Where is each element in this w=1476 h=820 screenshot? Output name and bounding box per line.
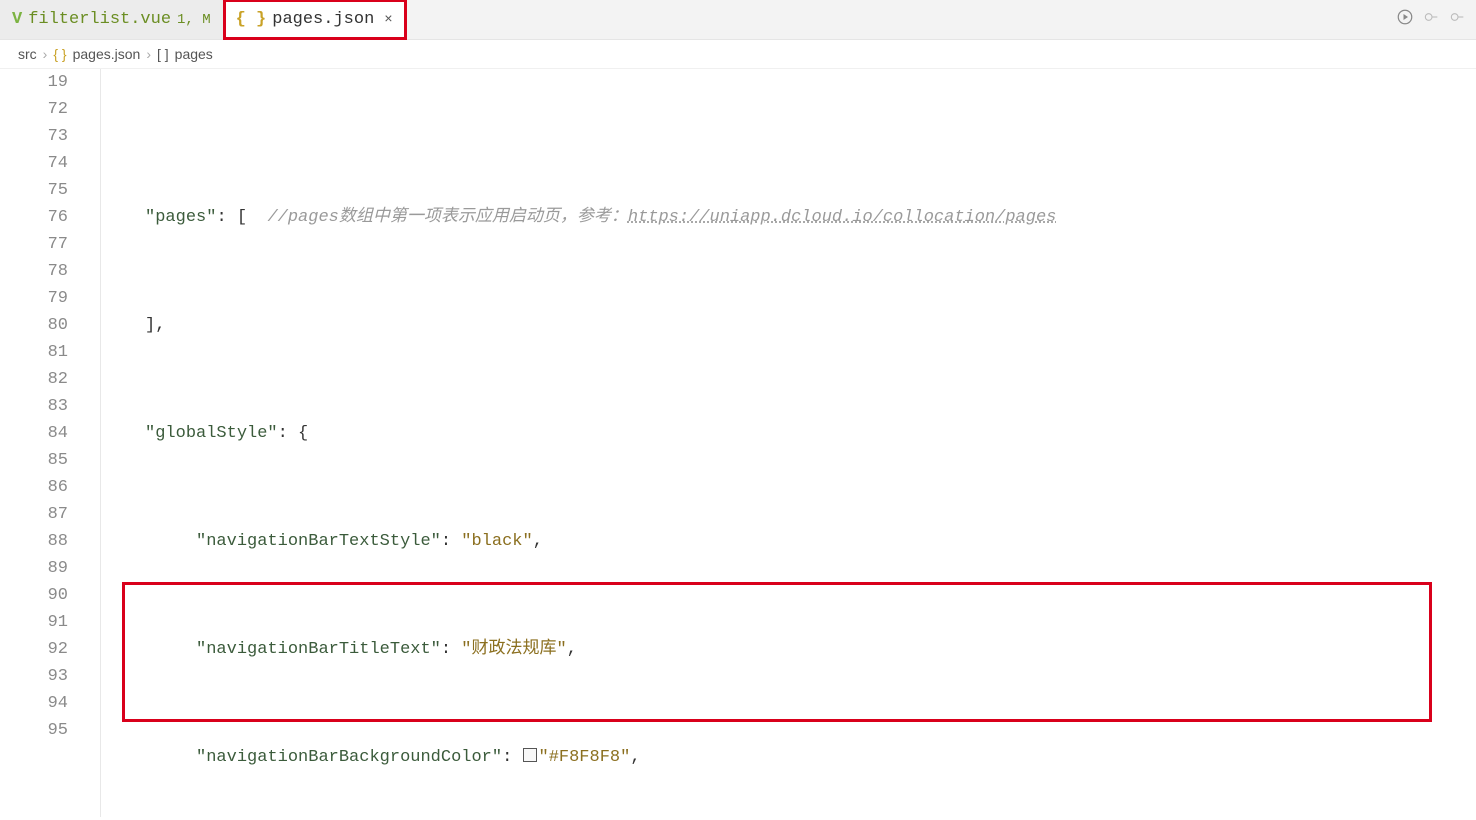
line-number: 91 <box>0 609 68 636</box>
line-number: 87 <box>0 501 68 528</box>
breadcrumb: src › { } pages.json › [ ] pages <box>0 40 1476 69</box>
line-number: 74 <box>0 150 68 177</box>
line-number: 90 <box>0 582 68 609</box>
run-icon[interactable] <box>1396 8 1414 32</box>
color-swatch <box>523 748 537 762</box>
tab-status: 1, M <box>177 12 211 28</box>
close-icon[interactable]: × <box>384 12 392 28</box>
line-number: 82 <box>0 366 68 393</box>
line-number: 94 <box>0 690 68 717</box>
tab-label: pages.json <box>272 10 374 29</box>
editor[interactable]: 19 72 73 74 75 76 77 78 79 80 81 82 83 8… <box>0 69 1476 817</box>
chevron-right-icon: › <box>146 46 151 62</box>
tab-label: filterlist.vue <box>28 10 171 29</box>
line-number: 83 <box>0 393 68 420</box>
line-number: 19 <box>0 69 68 96</box>
line-number: 89 <box>0 555 68 582</box>
breadcrumb-file[interactable]: pages.json <box>73 46 141 62</box>
breadcrumb-src[interactable]: src <box>18 46 37 62</box>
line-number: 86 <box>0 474 68 501</box>
line-number: 80 <box>0 312 68 339</box>
tab-pages-json[interactable]: { } pages.json × <box>224 0 406 39</box>
chevron-right-icon: › <box>43 46 48 62</box>
json-icon: { } <box>236 10 267 29</box>
line-number: 77 <box>0 231 68 258</box>
line-number: 93 <box>0 663 68 690</box>
line-number: 75 <box>0 177 68 204</box>
vue-icon: V <box>12 10 22 29</box>
line-number: 88 <box>0 528 68 555</box>
line-number: 81 <box>0 339 68 366</box>
circle-icon-2[interactable] <box>1450 9 1466 31</box>
array-icon: [ ] <box>157 46 169 62</box>
code-area[interactable]: "pages": [ //pages数组中第一项表示应用启动页，参考：https… <box>90 69 1476 817</box>
tab-bar: V filterlist.vue 1, M { } pages.json × <box>0 0 1476 40</box>
tab-filterlist[interactable]: V filterlist.vue 1, M <box>0 0 224 39</box>
line-number: 92 <box>0 636 68 663</box>
line-number: 73 <box>0 123 68 150</box>
line-number: 84 <box>0 420 68 447</box>
line-number: 76 <box>0 204 68 231</box>
line-number: 79 <box>0 285 68 312</box>
line-number: 85 <box>0 447 68 474</box>
tab-actions <box>1396 0 1476 39</box>
json-icon: { } <box>53 46 66 62</box>
line-number: 72 <box>0 96 68 123</box>
line-number: 95 <box>0 717 68 744</box>
circle-icon[interactable] <box>1424 9 1440 31</box>
line-gutter: 19 72 73 74 75 76 77 78 79 80 81 82 83 8… <box>0 69 90 817</box>
line-number: 78 <box>0 258 68 285</box>
breadcrumb-path[interactable]: pages <box>175 46 213 62</box>
